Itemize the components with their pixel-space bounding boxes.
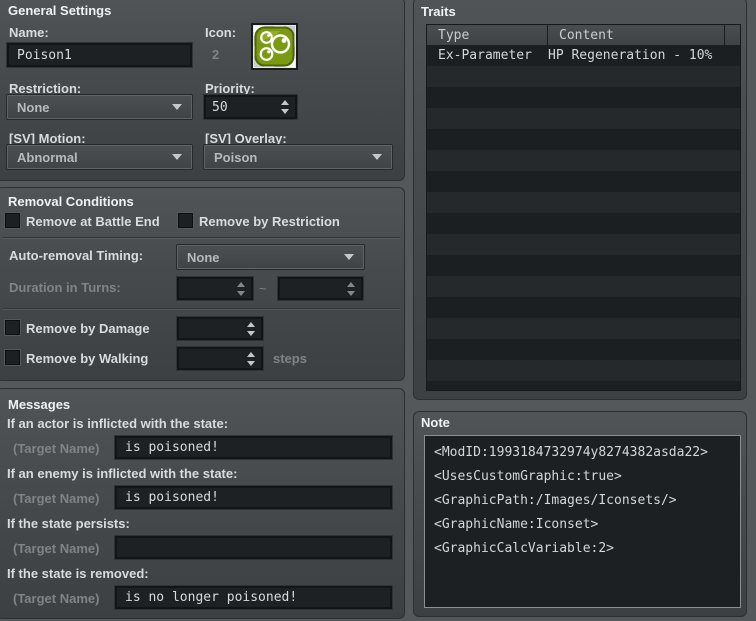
divider (2, 308, 400, 310)
traits-table-header: Type Content (427, 25, 740, 45)
duration-in-turns-label: Duration in Turns: (9, 280, 121, 295)
sv-overlay-value: Poison (214, 149, 258, 165)
poison-bubbles-icon (254, 26, 295, 67)
chevron-down-icon (172, 104, 182, 110)
remove-by-damage-stepper[interactable] (177, 317, 263, 340)
icon-button[interactable] (251, 23, 298, 70)
trait-row[interactable]: Ex-Parameter HP Regeneration - 10% (427, 45, 740, 66)
auto-removal-timing-label: Auto-removal Timing: (9, 248, 144, 263)
auto-removal-timing-value: None (187, 249, 220, 265)
target-name-prefix: (Target Name) (13, 491, 100, 506)
auto-removal-timing-select[interactable]: None (177, 245, 364, 269)
restriction-select[interactable]: None (7, 95, 192, 119)
duration-min-stepper[interactable] (177, 277, 253, 300)
duration-tilde: ~ (259, 281, 267, 296)
removal-conditions-title: Removal Conditions (8, 194, 134, 209)
sv-overlay-label: [SV] Overlay: (205, 131, 287, 146)
enemy-message-input[interactable]: is poisoned! (115, 486, 392, 509)
remove-by-walking-stepper[interactable] (177, 347, 263, 370)
remove-at-battle-end-label: Remove at Battle End (26, 214, 160, 229)
remove-by-damage-checkbox[interactable] (5, 320, 20, 335)
name-input[interactable]: Poison1 (7, 43, 192, 67)
note-textarea[interactable]: <ModID:1993184732974y8274382asda22> <Use… (424, 435, 741, 608)
spinner-arrows-icon[interactable] (281, 100, 289, 114)
traits-table-body[interactable]: Ex-Parameter HP Regeneration - 10% (427, 45, 740, 390)
target-name-prefix: (Target Name) (13, 591, 100, 606)
chevron-down-icon (344, 254, 354, 260)
icon-label: Icon: (205, 25, 237, 40)
priority-value: 50 (212, 99, 228, 115)
sv-motion-select[interactable]: Abnormal (7, 145, 192, 169)
remove-by-restriction-checkbox[interactable] (178, 213, 193, 228)
traits-title: Traits (421, 4, 456, 19)
sv-motion-label: [SV] Motion: (9, 131, 86, 146)
restriction-value: None (17, 99, 50, 115)
icon-index: 2 (212, 47, 220, 62)
remove-at-battle-end-checkbox[interactable] (5, 213, 20, 228)
sv-motion-value: Abnormal (17, 149, 78, 165)
enemy-message-label: If an enemy is inflicted with the state: (7, 466, 238, 481)
remove-by-damage-label: Remove by Damage (26, 321, 150, 336)
duration-max-stepper[interactable] (278, 277, 363, 300)
traits-table: Type Content Ex-Parameter HP Regeneratio… (426, 24, 741, 391)
column-header-stub (725, 25, 740, 45)
restriction-label: Restriction: (9, 81, 82, 96)
messages-title: Messages (8, 397, 71, 412)
spinner-arrows-icon[interactable] (247, 351, 255, 366)
trait-type-cell: Ex-Parameter (438, 48, 532, 63)
name-label: Name: (9, 25, 49, 40)
remove-by-walking-label: Remove by Walking (26, 351, 149, 366)
sv-overlay-select[interactable]: Poison (204, 145, 392, 169)
actor-message-input[interactable]: is poisoned! (115, 436, 392, 459)
remove-by-restriction-label: Remove by Restriction (199, 214, 340, 229)
spinner-arrows-icon[interactable] (247, 321, 255, 336)
general-settings-title: General Settings (8, 3, 112, 18)
target-name-prefix: (Target Name) (13, 541, 100, 556)
priority-label: Priority: (205, 81, 255, 96)
note-title: Note (421, 415, 450, 430)
trait-content-cell: HP Regeneration - 10% (548, 48, 713, 63)
persist-message-label: If the state persists: (7, 516, 130, 531)
state-editor-panel: General Settings Name: Poison1 Icon: 2 R… (0, 0, 756, 621)
chevron-down-icon (172, 154, 182, 160)
removed-message-label: If the state is removed: (7, 566, 149, 581)
steps-label: steps (273, 351, 307, 366)
actor-message-label: If an actor is inflicted with the state: (7, 416, 229, 431)
spinner-arrows-icon[interactable] (237, 281, 245, 296)
column-header-type[interactable]: Type (427, 25, 548, 45)
remove-by-walking-checkbox[interactable] (5, 350, 20, 365)
spinner-arrows-icon[interactable] (347, 281, 355, 296)
persist-message-input[interactable] (115, 536, 392, 559)
removed-message-input[interactable]: is no longer poisoned! (115, 586, 392, 609)
target-name-prefix: (Target Name) (13, 441, 100, 456)
column-header-content[interactable]: Content (548, 25, 725, 45)
priority-stepper[interactable]: 50 (204, 95, 297, 119)
divider (2, 237, 400, 239)
chevron-down-icon (372, 154, 382, 160)
